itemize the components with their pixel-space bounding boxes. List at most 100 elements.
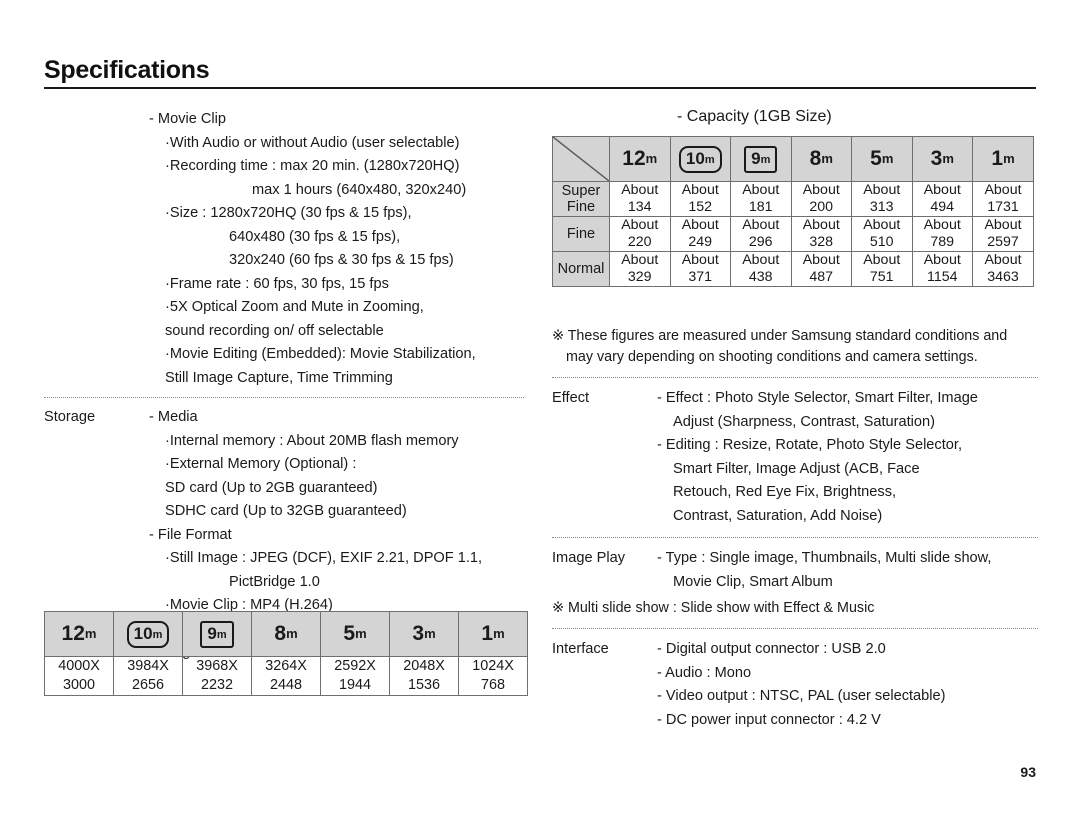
capacity-header-cell: 12m [609, 136, 671, 182]
capacity-count: 134 [627, 199, 652, 215]
resolution-9m-icon: 9m [200, 620, 234, 648]
capacity-header-cell: 9m [730, 136, 792, 182]
capacity-about: About [863, 217, 901, 233]
interface-line: - Video output : NTSC, PAL (user selecta… [657, 688, 946, 704]
movie-clip-line: sound recording on/ off selectable [165, 322, 384, 339]
capacity-heading: - Capacity (1GB Size) [677, 108, 832, 125]
capacity-cell: About 1731 [972, 181, 1034, 217]
capacity-about: About [863, 252, 901, 268]
capacity-cell: About 438 [730, 251, 792, 287]
capacity-about: About [681, 252, 719, 268]
storage-media-line: ·External Memory (Optional) : [165, 456, 357, 472]
capacity-count: 220 [627, 234, 652, 250]
image-size-height: 1536 [407, 677, 440, 693]
resolution-8m-icon: 8m [274, 622, 298, 645]
capacity-about: About [681, 217, 719, 233]
specifications-page: Specifications - Movie Clip ·With Audio … [0, 0, 1080, 815]
image-size-width: 4000X [58, 658, 100, 674]
storage-media-heading: - Media [149, 409, 198, 425]
capacity-about: About [863, 182, 901, 198]
capacity-count: 152 [688, 199, 713, 215]
capacity-count: 789 [930, 234, 955, 250]
image-size-height: 768 [480, 677, 505, 693]
image-size-height: 1944 [338, 677, 371, 693]
interface-values: - Digital output connector : USB 2.0 - A… [657, 638, 1038, 732]
image-size-header-row: 12m 10m 9m 8m 5m 3m 1m [44, 611, 528, 657]
image-size-header-cell: 10m [113, 611, 183, 657]
right-column-lower: ※ These figures are measured under Samsu… [552, 326, 1038, 732]
image-size-cell: 3968X 2232 [182, 656, 252, 696]
capacity-note-line: may vary depending on shooting condition… [566, 349, 978, 365]
capacity-about: About [923, 252, 961, 268]
storage-fileformat-heading: - File Format [149, 526, 232, 543]
movie-clip-label-spacer [44, 108, 149, 390]
capacity-count: 1731 [987, 199, 1019, 215]
capacity-row-label-line: Fine [566, 226, 596, 242]
movie-clip-values: - Movie Clip ·With Audio or without Audi… [149, 108, 524, 390]
capacity-row-label-line: Fine [566, 199, 596, 215]
capacity-header-cell: 1m [972, 136, 1034, 182]
diagonal-line-icon [553, 137, 609, 181]
capacity-count: 487 [809, 269, 834, 285]
capacity-header-row: 12m 10m 9m 8m 5m 3m 1m [552, 136, 1034, 182]
storage-fileformat-line: PictBridge 1.0 [229, 573, 320, 590]
movie-clip-line: ·Recording time : max 20 min. (1280x720H… [165, 158, 460, 174]
resolution-3m-icon: 3m [930, 147, 954, 170]
interface-label: Interface [552, 641, 609, 657]
image-play-line: Movie Clip, Smart Album [673, 573, 833, 590]
storage-media-line: SD card (Up to 2GB guaranteed) [165, 479, 378, 496]
capacity-row-label: Super Fine [552, 181, 610, 217]
movie-clip-line: ·Frame rate : 60 fps, 30 fps, 15 fps [165, 275, 389, 292]
capacity-count: 438 [748, 269, 773, 285]
capacity-cell: About 751 [851, 251, 913, 287]
table-row: Super Fine About 134 About 152 About 181… [552, 181, 1034, 217]
capacity-note: ※ These figures are measured under Samsu… [552, 326, 1038, 368]
movie-clip-line: 640x480 (30 fps & 15 fps), [229, 228, 401, 245]
movie-clip-line: ·With Audio or without Audio (user selec… [165, 134, 460, 151]
capacity-about: About [742, 252, 780, 268]
image-size-height: 3000 [62, 677, 95, 693]
image-size-width: 3984X [127, 658, 169, 674]
capacity-cell: About 313 [851, 181, 913, 217]
capacity-table: 12m 10m 9m 8m 5m 3m 1m Super Fine About … [552, 136, 1034, 287]
image-size-cell: 4000X 3000 [44, 656, 114, 696]
resolution-12m-icon: 12m [622, 147, 658, 170]
table-row: Fine About 220 About 249 About 296 About… [552, 216, 1034, 252]
resolution-3m-icon: 3m [412, 622, 436, 645]
capacity-about: About [742, 182, 780, 198]
capacity-count: 329 [627, 269, 652, 285]
capacity-cell: About 249 [669, 216, 731, 252]
effect-line: - Effect : Photo Style Selector, Smart F… [657, 390, 978, 406]
capacity-count: 3463 [987, 269, 1019, 285]
image-size-header-cell: 12m [44, 611, 114, 657]
capacity-count: 2597 [987, 234, 1019, 250]
capacity-count: 1154 [926, 269, 958, 285]
right-column: - Capacity (1GB Size) [552, 108, 1036, 126]
movie-clip-heading: - Movie Clip [149, 111, 227, 127]
capacity-count: 371 [688, 269, 713, 285]
capacity-about: About [923, 217, 961, 233]
table-row: Normal About 329 About 371 About 438 Abo… [552, 251, 1034, 287]
interface-line: - Audio : Mono [657, 664, 752, 681]
right-divider-2 [552, 537, 1038, 538]
capacity-count: 494 [930, 199, 955, 215]
image-size-header-cell: 5m [320, 611, 390, 657]
effect-section: Effect - Effect : Photo Style Selector, … [552, 387, 1038, 528]
capacity-count: 751 [869, 269, 894, 285]
capacity-count: 296 [748, 234, 773, 250]
capacity-count: 200 [809, 199, 834, 215]
capacity-note-line: ※ These figures are measured under Samsu… [552, 328, 1008, 344]
capacity-about: About [923, 182, 961, 198]
image-size-cell: 2048X 1536 [389, 656, 459, 696]
capacity-count: 249 [688, 234, 713, 250]
capacity-about: About [621, 182, 659, 198]
image-size-width: 3264X [265, 658, 307, 674]
resolution-9m-icon: 9m [744, 145, 778, 173]
resolution-5m-icon: 5m [870, 147, 894, 170]
image-size-cell: 2592X 1944 [320, 656, 390, 696]
capacity-cell: About 181 [730, 181, 792, 217]
image-size-header-cell: 1m [458, 611, 528, 657]
capacity-about: About [984, 217, 1022, 233]
effect-line: Adjust (Sharpness, Contrast, Saturation) [673, 413, 936, 430]
capacity-cell: About 152 [669, 181, 731, 217]
